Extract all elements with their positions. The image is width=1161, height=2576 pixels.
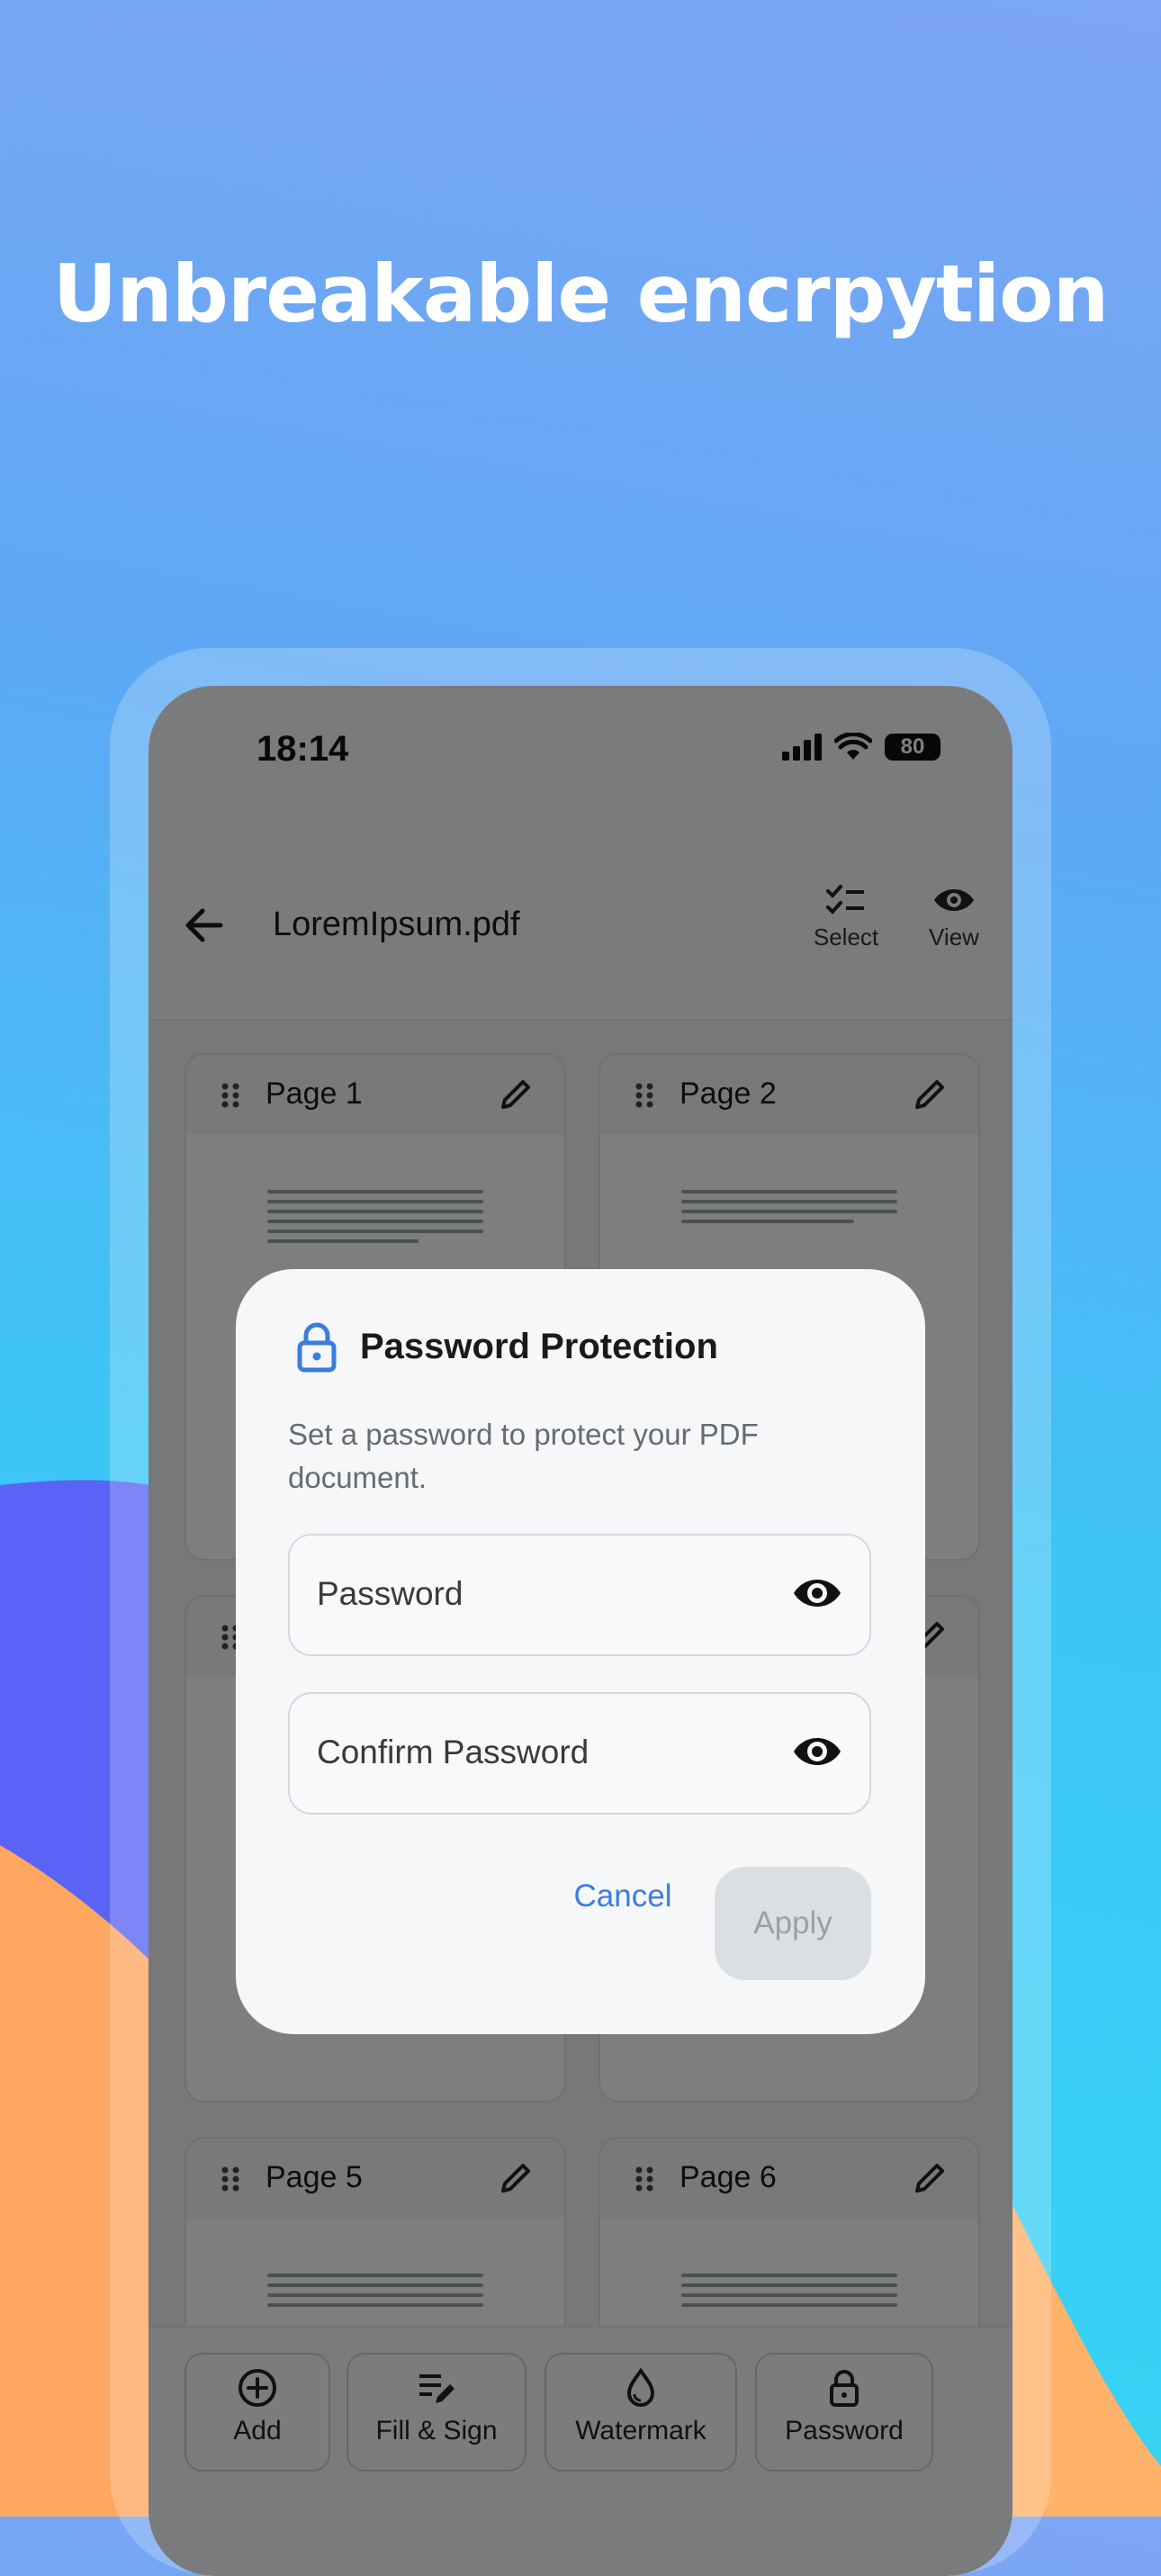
- eye-icon[interactable]: [792, 1572, 842, 1615]
- dialog-description: Set a password to protect your PDF docum…: [288, 1418, 759, 1494]
- confirm-password-field[interactable]: [288, 1692, 871, 1815]
- headline: Unbreakable encrpytion: [52, 248, 1110, 340]
- cancel-button[interactable]: Cancel: [560, 1865, 686, 1928]
- apply-button[interactable]: Apply: [715, 1867, 871, 1980]
- lock-icon: [297, 1322, 337, 1373]
- dialog-title: Password Protection: [360, 1327, 718, 1366]
- password-input[interactable]: [315, 1566, 787, 1622]
- confirm-password-input[interactable]: [315, 1725, 787, 1780]
- password-dialog: Password Protection Set a password to pr…: [236, 1269, 925, 2034]
- eye-icon[interactable]: [792, 1730, 842, 1773]
- password-field[interactable]: [288, 1534, 871, 1656]
